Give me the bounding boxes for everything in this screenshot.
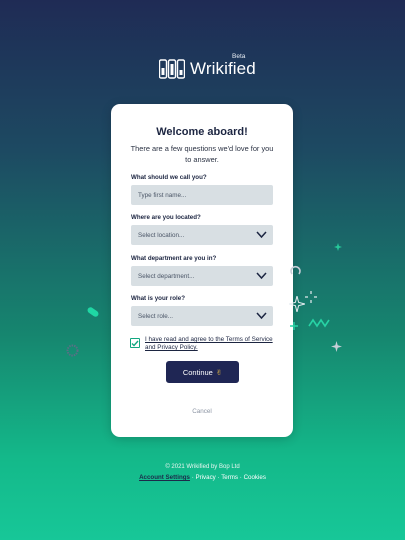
card-subtitle: There are a few questions we'd love for … — [130, 144, 274, 164]
location-label: Where are you located? — [131, 214, 201, 221]
zigzag-decoration — [308, 318, 330, 328]
footer-links: Account Settings · Privacy · Terms · Coo… — [0, 474, 405, 481]
department-label: What department are you in? — [131, 255, 217, 262]
first-name-placeholder: Type first name... — [138, 191, 187, 199]
sparkle-icon — [289, 296, 305, 312]
chevron-down-icon — [256, 272, 267, 280]
location-value: Select location... — [138, 231, 185, 239]
footer-separator: · — [239, 474, 242, 481]
terms-link[interactable]: I have read and agree to the Terms of Se… — [145, 336, 280, 352]
footer-link-cookies[interactable]: Cookies — [244, 474, 266, 481]
pill-decoration — [87, 307, 99, 317]
victory-hand-icon: ✌ — [215, 367, 223, 377]
terms-checkbox[interactable] — [130, 338, 140, 348]
department-value: Select department... — [138, 272, 195, 280]
beta-badge: Beta — [232, 53, 246, 60]
role-label: What is your role? — [131, 295, 185, 302]
dot-decoration — [66, 344, 79, 357]
footer-link-account-settings[interactable]: Account Settings — [139, 474, 190, 481]
footer-link-terms[interactable]: Terms — [221, 474, 238, 481]
logo-mark-icon — [159, 59, 185, 79]
plus-decoration — [290, 322, 298, 330]
sparkle-icon — [334, 243, 342, 251]
continue-button[interactable]: Continue ✌ — [166, 361, 239, 383]
sparkle-icon — [331, 341, 342, 352]
card-title: Welcome aboard! — [156, 126, 248, 138]
onboarding-card: Welcome aboard! There are a few question… — [111, 104, 293, 437]
footer-copyright: © 2021 Wrikified by Bop Ltd — [165, 464, 240, 470]
role-select[interactable]: Select role... — [131, 306, 273, 326]
burst-decoration — [305, 291, 317, 303]
continue-label: Continue — [182, 367, 213, 377]
role-value: Select role... — [138, 312, 173, 320]
chevron-down-icon — [256, 312, 267, 320]
terms-row: I have read and agree to the Terms of Se… — [130, 336, 280, 352]
location-select[interactable]: Select location... — [131, 225, 273, 245]
footer-separator: · — [191, 474, 194, 481]
footer-separator: · — [217, 474, 220, 481]
ring-decoration — [290, 265, 301, 275]
name-label: What should we call you? — [131, 174, 207, 181]
brand-logo: Wrikified Beta — [159, 53, 256, 81]
department-select[interactable]: Select department... — [131, 266, 273, 286]
cancel-link[interactable]: Cancel — [111, 408, 293, 415]
chevron-down-icon — [256, 231, 267, 239]
footer-link-privacy[interactable]: Privacy — [195, 474, 215, 481]
check-icon — [131, 340, 139, 347]
first-name-input[interactable]: Type first name... — [131, 185, 273, 205]
brand-name: Wrikified — [190, 59, 256, 78]
